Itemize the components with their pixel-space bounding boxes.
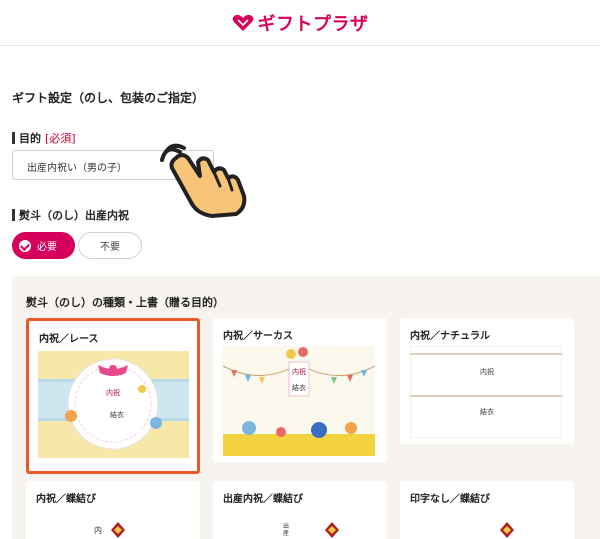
noshi-card-lace[interactable]: 内祝／レース 内祝 結衣 bbox=[26, 318, 200, 474]
noshi-required-toggle[interactable]: 必要 bbox=[12, 232, 75, 259]
natural-noshi-image: 内祝 結衣 bbox=[410, 346, 562, 438]
purpose-label-text: 目的 bbox=[19, 132, 41, 145]
bow-art-text: 内 bbox=[94, 526, 102, 535]
noshi-type-panel: 熨斗（のし）の種類・上書（贈る目的） 内祝／レース 内祝 結衣 内祝／サーカス bbox=[12, 276, 600, 539]
purpose-label: 目的 [必須] bbox=[12, 130, 76, 146]
lace-noshi-image: 内祝 結衣 bbox=[38, 351, 189, 458]
natural-art-line2: 結衣 bbox=[480, 407, 494, 416]
noshi-card-label: 内祝／ナチュラル bbox=[410, 331, 490, 342]
noshi-card-label: 内祝／サーカス bbox=[223, 331, 293, 342]
noshi-card-uchiiwai-bow[interactable]: 内祝／蝶結び 内 bbox=[26, 481, 200, 539]
site-logo[interactable]: ギフトプラザ bbox=[232, 10, 369, 36]
noshi-ornament-icon bbox=[500, 522, 514, 538]
site-header: ギフトプラザ bbox=[0, 0, 600, 46]
lace-art-line2: 結衣 bbox=[110, 410, 124, 419]
noshi-card-natural[interactable]: 内祝／ナチュラル 内祝 結衣 bbox=[400, 318, 574, 444]
logo-text: ギフトプラザ bbox=[257, 13, 369, 34]
noshi-card-label: 出産内祝／蝶結び bbox=[223, 494, 303, 505]
noshi-card-circus[interactable]: 内祝／サーカス 内祝 結衣 bbox=[213, 318, 387, 462]
noshi-not-required-toggle[interactable]: 不要 bbox=[78, 232, 142, 259]
label-bar bbox=[12, 209, 15, 221]
noshi-type-title: 熨斗（のし）の種類・上書（贈る目的） bbox=[26, 296, 224, 309]
label-bar bbox=[12, 132, 15, 144]
check-icon bbox=[19, 239, 31, 252]
heart-logo-icon bbox=[232, 14, 253, 31]
page-title: ギフト設定（のし、包装のご指定） bbox=[12, 91, 205, 105]
circus-noshi-image: 内祝 結衣 bbox=[223, 346, 375, 456]
noshi-card-label: 内祝／蝶結び bbox=[36, 494, 96, 505]
noshi-label: 熨斗（のし）出産内祝 bbox=[12, 207, 129, 223]
noshi-label-text: 熨斗（のし）出産内祝 bbox=[19, 209, 129, 222]
hand-pointer-icon bbox=[160, 143, 247, 218]
noshi-not-required-label: 不要 bbox=[100, 242, 120, 253]
noshi-required-label: 必要 bbox=[37, 242, 57, 253]
required-tag: [必須] bbox=[45, 132, 76, 145]
shussan-art-text: 出産 bbox=[283, 523, 290, 537]
noshi-card-blank-bow[interactable]: 印字なし／蝶結び bbox=[400, 481, 574, 539]
noshi-card-label: 内祝／レース bbox=[39, 334, 99, 345]
natural-art-line1: 内祝 bbox=[480, 367, 494, 376]
noshi-ornament-icon bbox=[325, 522, 339, 538]
noshi-ornament-icon bbox=[111, 522, 125, 538]
lace-art-line1: 内祝 bbox=[106, 388, 120, 397]
purpose-select-value: 出産内祝い（男の子） bbox=[27, 163, 127, 174]
noshi-card-shussan-bow[interactable]: 出産内祝／蝶結び 出産 bbox=[213, 481, 387, 539]
circus-art-line2: 結衣 bbox=[292, 383, 306, 392]
noshi-card-label: 印字なし／蝶結び bbox=[410, 494, 490, 505]
circus-art-line1: 内祝 bbox=[292, 367, 306, 376]
